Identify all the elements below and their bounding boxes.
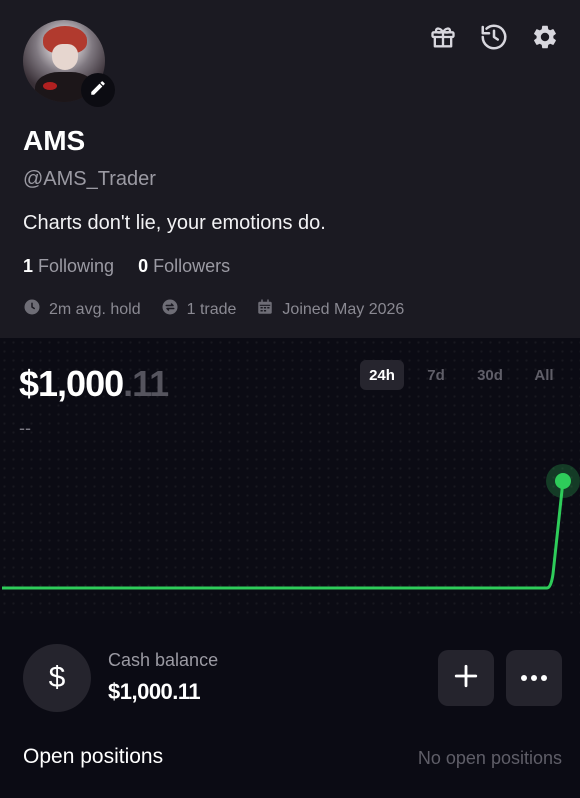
pencil-icon: [89, 79, 107, 102]
swap-icon: [161, 298, 179, 321]
range-7d[interactable]: 7d: [414, 360, 458, 390]
trade-count-text: 1 trade: [186, 300, 237, 318]
following-label: Following: [38, 256, 115, 276]
avg-hold: 2m avg. hold: [23, 298, 141, 321]
profile-bio: Charts don't lie, your emotions do.: [23, 212, 326, 234]
portfolio-line: [2, 480, 565, 590]
gift-button[interactable]: [428, 24, 458, 54]
following-count: 1: [23, 256, 34, 276]
trade-count: 1 trade: [161, 298, 237, 321]
clock-icon: [23, 298, 41, 321]
following-link[interactable]: 1 Following: [23, 256, 114, 277]
joined-date: Joined May 2026: [256, 298, 404, 321]
followers-label: Followers: [153, 256, 231, 276]
edit-avatar-button[interactable]: [81, 73, 115, 107]
settings-button[interactable]: [530, 24, 560, 54]
profile-meta: 2m avg. hold 1 trade Joined May 2026: [23, 298, 404, 321]
cash-balance-label: Cash balance: [108, 650, 219, 670]
header-actions: [428, 24, 560, 54]
plus-icon: [453, 663, 479, 694]
portfolio-chart-section: $1,000.11 -- 24h 7d 30d All: [0, 338, 580, 620]
cash-balance-amount: $1,000.11: [108, 679, 201, 704]
history-button[interactable]: [479, 24, 509, 54]
followers-link[interactable]: 0 Followers: [138, 256, 230, 277]
gift-icon: [429, 23, 457, 56]
cash-balance-row: $ Cash balance $1,000.11: [0, 640, 580, 720]
range-30d[interactable]: 30d: [468, 360, 512, 390]
range-24h[interactable]: 24h: [360, 360, 404, 390]
range-all[interactable]: All: [522, 360, 566, 390]
calendar-icon: [256, 298, 274, 321]
joined-text: Joined May 2026: [282, 300, 405, 318]
add-funds-button[interactable]: [438, 650, 494, 706]
portfolio-value-cents: .11: [123, 363, 169, 404]
followers-count: 0: [138, 256, 149, 276]
latest-point: [555, 473, 571, 489]
profile-handle: @AMS_Trader: [23, 168, 156, 190]
open-positions-title: Open positions: [23, 745, 164, 768]
time-range-selector: 24h 7d 30d All: [360, 360, 566, 390]
more-icon: [520, 669, 548, 687]
avatar-container[interactable]: [23, 20, 115, 107]
profile-panel: AMS @AMS_Trader Charts don't lie, your e…: [0, 0, 580, 338]
avg-hold-text: 2m avg. hold: [49, 300, 141, 318]
follow-stats: 1 Following 0 Followers: [23, 256, 230, 277]
history-icon: [479, 22, 509, 57]
open-positions-empty: No open positions: [417, 748, 562, 768]
more-options-button[interactable]: [506, 650, 562, 706]
dollar-icon: $: [23, 644, 91, 712]
portfolio-change: --: [19, 418, 31, 438]
portfolio-value-main: $1,000: [19, 363, 124, 404]
portfolio-value: $1,000.11: [19, 363, 169, 405]
settings-icon: [531, 23, 559, 56]
profile-name: AMS: [23, 125, 86, 156]
